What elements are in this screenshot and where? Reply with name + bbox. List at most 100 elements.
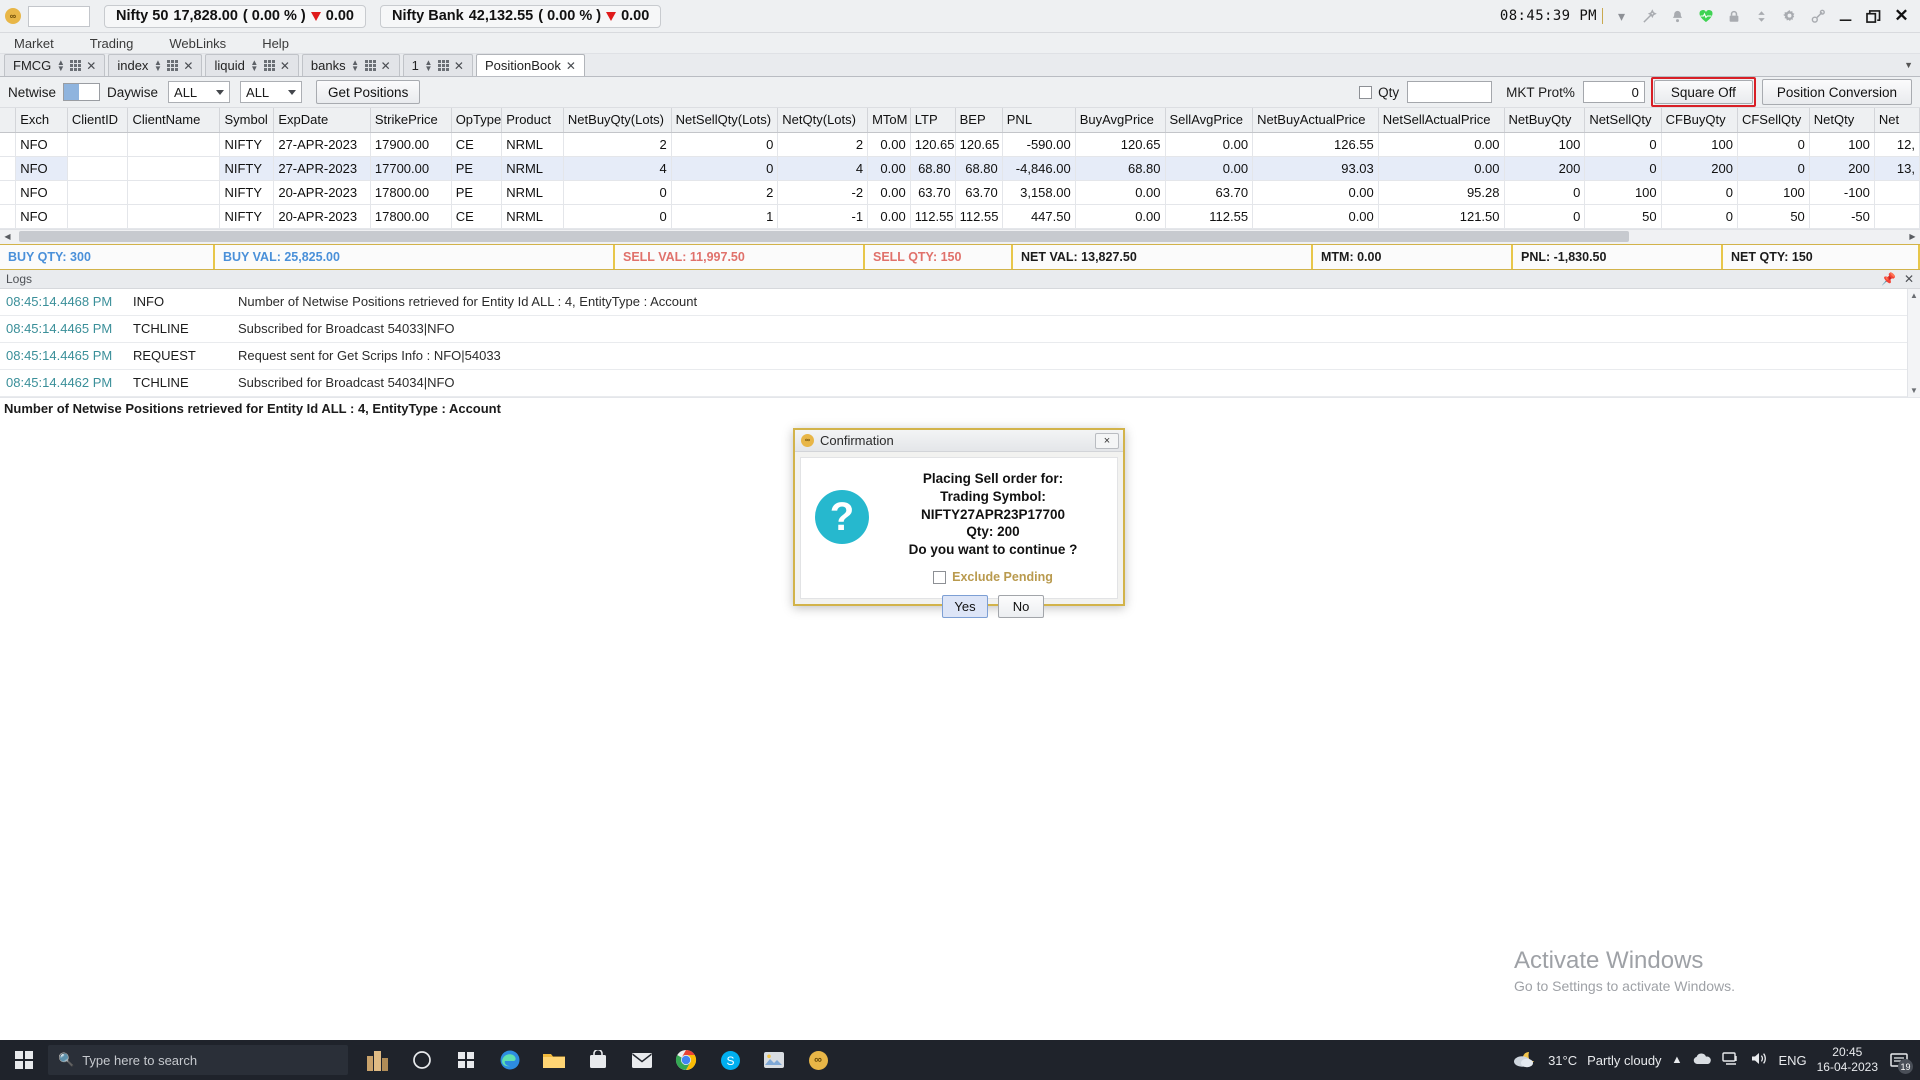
close-icon[interactable]: ✕ xyxy=(183,60,193,72)
grid-icon[interactable] xyxy=(263,60,275,71)
col-cfbuyqty[interactable]: CFBuyQty xyxy=(1661,108,1738,133)
logs-vertical-scrollbar[interactable]: ▲ ▼ xyxy=(1907,288,1920,397)
col-net[interactable]: Net xyxy=(1874,108,1920,133)
weather-desc[interactable]: Partly cloudy xyxy=(1587,1053,1661,1068)
exclude-pending-checkbox[interactable] xyxy=(933,570,947,584)
tab-1[interactable]: 1 ▲ ▼ ✕ xyxy=(402,54,473,76)
close-icon[interactable]: ✕ xyxy=(566,60,576,72)
position-conversion-button[interactable]: Position Conversion xyxy=(1761,79,1912,105)
tab-positionbook[interactable]: PositionBook ✕ xyxy=(475,54,585,76)
col-product[interactable]: Product xyxy=(501,108,564,133)
heartbeat-icon[interactable] xyxy=(1696,7,1715,26)
sort-updown-icon[interactable]: ▲ ▼ xyxy=(424,58,433,72)
col-clientname[interactable]: ClientName xyxy=(127,108,221,133)
lock-icon[interactable] xyxy=(1724,7,1743,26)
sort-updown-icon[interactable]: ▲ ▼ xyxy=(351,58,360,72)
tab-index[interactable]: index ▲ ▼ ✕ xyxy=(108,54,203,76)
tab-liquid[interactable]: liquid ▲ ▼ ✕ xyxy=(205,54,299,76)
pin-icon[interactable]: 📌 xyxy=(1881,272,1896,286)
menu-item-trading[interactable]: Trading xyxy=(90,33,153,54)
filter-dropdown-2[interactable]: ALL xyxy=(240,81,303,103)
grid-icon[interactable] xyxy=(70,60,82,71)
global-search-input[interactable] xyxy=(28,5,90,27)
netwise-daywise-toggle[interactable] xyxy=(63,83,101,101)
sort-updown-icon[interactable]: ▲ ▼ xyxy=(250,58,259,72)
qty-input[interactable] xyxy=(1407,81,1493,103)
dialog-close-button[interactable]: × xyxy=(1095,432,1119,449)
col-netqty[interactable]: NetQty xyxy=(1809,108,1875,133)
taskbar-app-city-icon[interactable] xyxy=(358,1042,398,1078)
col-sellavgprice[interactable]: SellAvgPrice xyxy=(1165,108,1254,133)
close-icon[interactable]: ✕ xyxy=(86,60,96,72)
tray-expand-icon[interactable]: ▲ xyxy=(1672,1054,1683,1066)
taskbar-task-view-icon[interactable] xyxy=(402,1042,442,1078)
get-positions-button[interactable]: Get Positions xyxy=(316,80,421,104)
col-expdate[interactable]: ExpDate xyxy=(273,108,371,133)
col-optype[interactable]: OpType xyxy=(451,108,503,133)
col-symbol[interactable]: Symbol xyxy=(219,108,275,133)
weather-temp[interactable]: 31°C xyxy=(1548,1053,1577,1068)
close-icon[interactable]: ✕ xyxy=(381,60,391,72)
scroll-right-icon[interactable]: ▶ xyxy=(1905,232,1920,241)
square-off-button[interactable]: Square Off xyxy=(1653,80,1753,104)
sort-updown-icon[interactable]: ▲ ▼ xyxy=(56,58,65,72)
col-netsellqtylots[interactable]: NetSellQty(Lots) xyxy=(671,108,779,133)
menu-item-market[interactable]: Market xyxy=(14,33,73,54)
grid-icon[interactable] xyxy=(364,60,376,71)
taskbar-widgets-icon[interactable] xyxy=(446,1042,486,1078)
col-strikeprice[interactable]: StrikePrice xyxy=(370,108,452,133)
grid-icon[interactable] xyxy=(437,60,449,71)
col-mtom[interactable]: MToM xyxy=(867,108,911,133)
dialog-no-button[interactable]: No xyxy=(998,595,1044,619)
col-pnl[interactable]: PNL xyxy=(1002,108,1076,133)
grid-icon[interactable] xyxy=(167,60,179,71)
scroll-thumb[interactable] xyxy=(19,231,1629,242)
dialog-yes-button[interactable]: Yes xyxy=(942,595,988,619)
col-netqtylots[interactable]: NetQty(Lots) xyxy=(777,108,869,133)
close-icon[interactable]: ✕ xyxy=(1904,272,1914,286)
notification-center-button[interactable]: 19 xyxy=(1888,1049,1913,1074)
volume-icon[interactable] xyxy=(1750,1051,1768,1069)
col-buyavgprice[interactable]: BuyAvgPrice xyxy=(1075,108,1166,133)
close-icon[interactable]: ✕ xyxy=(280,60,290,72)
taskbar-edge-icon[interactable] xyxy=(490,1042,530,1078)
col-netbuyqtylots[interactable]: NetBuyQty(Lots) xyxy=(563,108,672,133)
caret-down-icon[interactable]: ▾ xyxy=(1612,7,1631,26)
col-cfsellqty[interactable]: CFSellQty xyxy=(1737,108,1810,133)
link-icon[interactable] xyxy=(1808,7,1827,26)
tabbar-overflow-icon[interactable]: ▼ xyxy=(1904,60,1913,70)
bell-icon[interactable] xyxy=(1668,7,1687,26)
index-ticker-nifty50[interactable]: Nifty 50 17,828.00 ( 0.00 % ) 0.00 xyxy=(104,4,366,28)
gear-icon[interactable] xyxy=(1780,7,1799,26)
taskbar-trading-app-icon[interactable]: ∞ xyxy=(798,1042,838,1078)
table-row[interactable]: NFO NIFTY 20-APR-2023 17800.00 CE NRML 0 1 -1 0.0… xyxy=(0,204,1920,229)
taskbar-store-icon[interactable] xyxy=(578,1042,618,1078)
taskbar-skype-icon[interactable]: S xyxy=(710,1042,750,1078)
col-netsellqty[interactable]: NetSellQty xyxy=(1584,108,1662,133)
close-icon[interactable]: ✕ xyxy=(454,60,464,72)
index-ticker-niftybank[interactable]: Nifty Bank 42,132.55 ( 0.00 % ) 0.00 xyxy=(380,4,662,28)
col-netbuyqty[interactable]: NetBuyQty xyxy=(1504,108,1586,133)
col-bep[interactable]: BEP xyxy=(955,108,1003,133)
scroll-left-icon[interactable]: ◀ xyxy=(0,232,15,241)
sort-updown-icon[interactable]: ▲ ▼ xyxy=(153,58,162,72)
menu-item-help[interactable]: Help xyxy=(262,33,308,54)
table-row[interactable]: NFO NIFTY 20-APR-2023 17800.00 PE NRML 0 2 -2 0.0… xyxy=(0,180,1920,205)
col-clientid[interactable]: ClientID xyxy=(67,108,129,133)
magic-wand-icon[interactable] xyxy=(1640,7,1659,26)
scroll-down-icon[interactable]: ▼ xyxy=(1910,386,1918,395)
filter-dropdown-1[interactable]: ALL xyxy=(168,81,231,103)
menu-item-weblinks[interactable]: WebLinks xyxy=(169,33,245,54)
mkt-prot-input[interactable]: 0 xyxy=(1582,81,1645,103)
tab-fmcg[interactable]: FMCG ▲ ▼ ✕ xyxy=(4,54,106,76)
minimize-icon[interactable]: ⚊ xyxy=(1836,7,1855,26)
tab-banks[interactable]: banks ▲ ▼ ✕ xyxy=(301,54,400,76)
close-icon[interactable]: ✕ xyxy=(1892,6,1911,26)
network-icon[interactable] xyxy=(1722,1051,1740,1069)
taskbar-photos-icon[interactable] xyxy=(754,1042,794,1078)
taskbar-file-explorer-icon[interactable] xyxy=(534,1042,574,1078)
col-exch[interactable]: Exch xyxy=(15,108,68,133)
start-button[interactable] xyxy=(0,1051,48,1069)
language-indicator[interactable]: ENG xyxy=(1778,1053,1806,1068)
taskbar-mail-icon[interactable] xyxy=(622,1042,662,1078)
